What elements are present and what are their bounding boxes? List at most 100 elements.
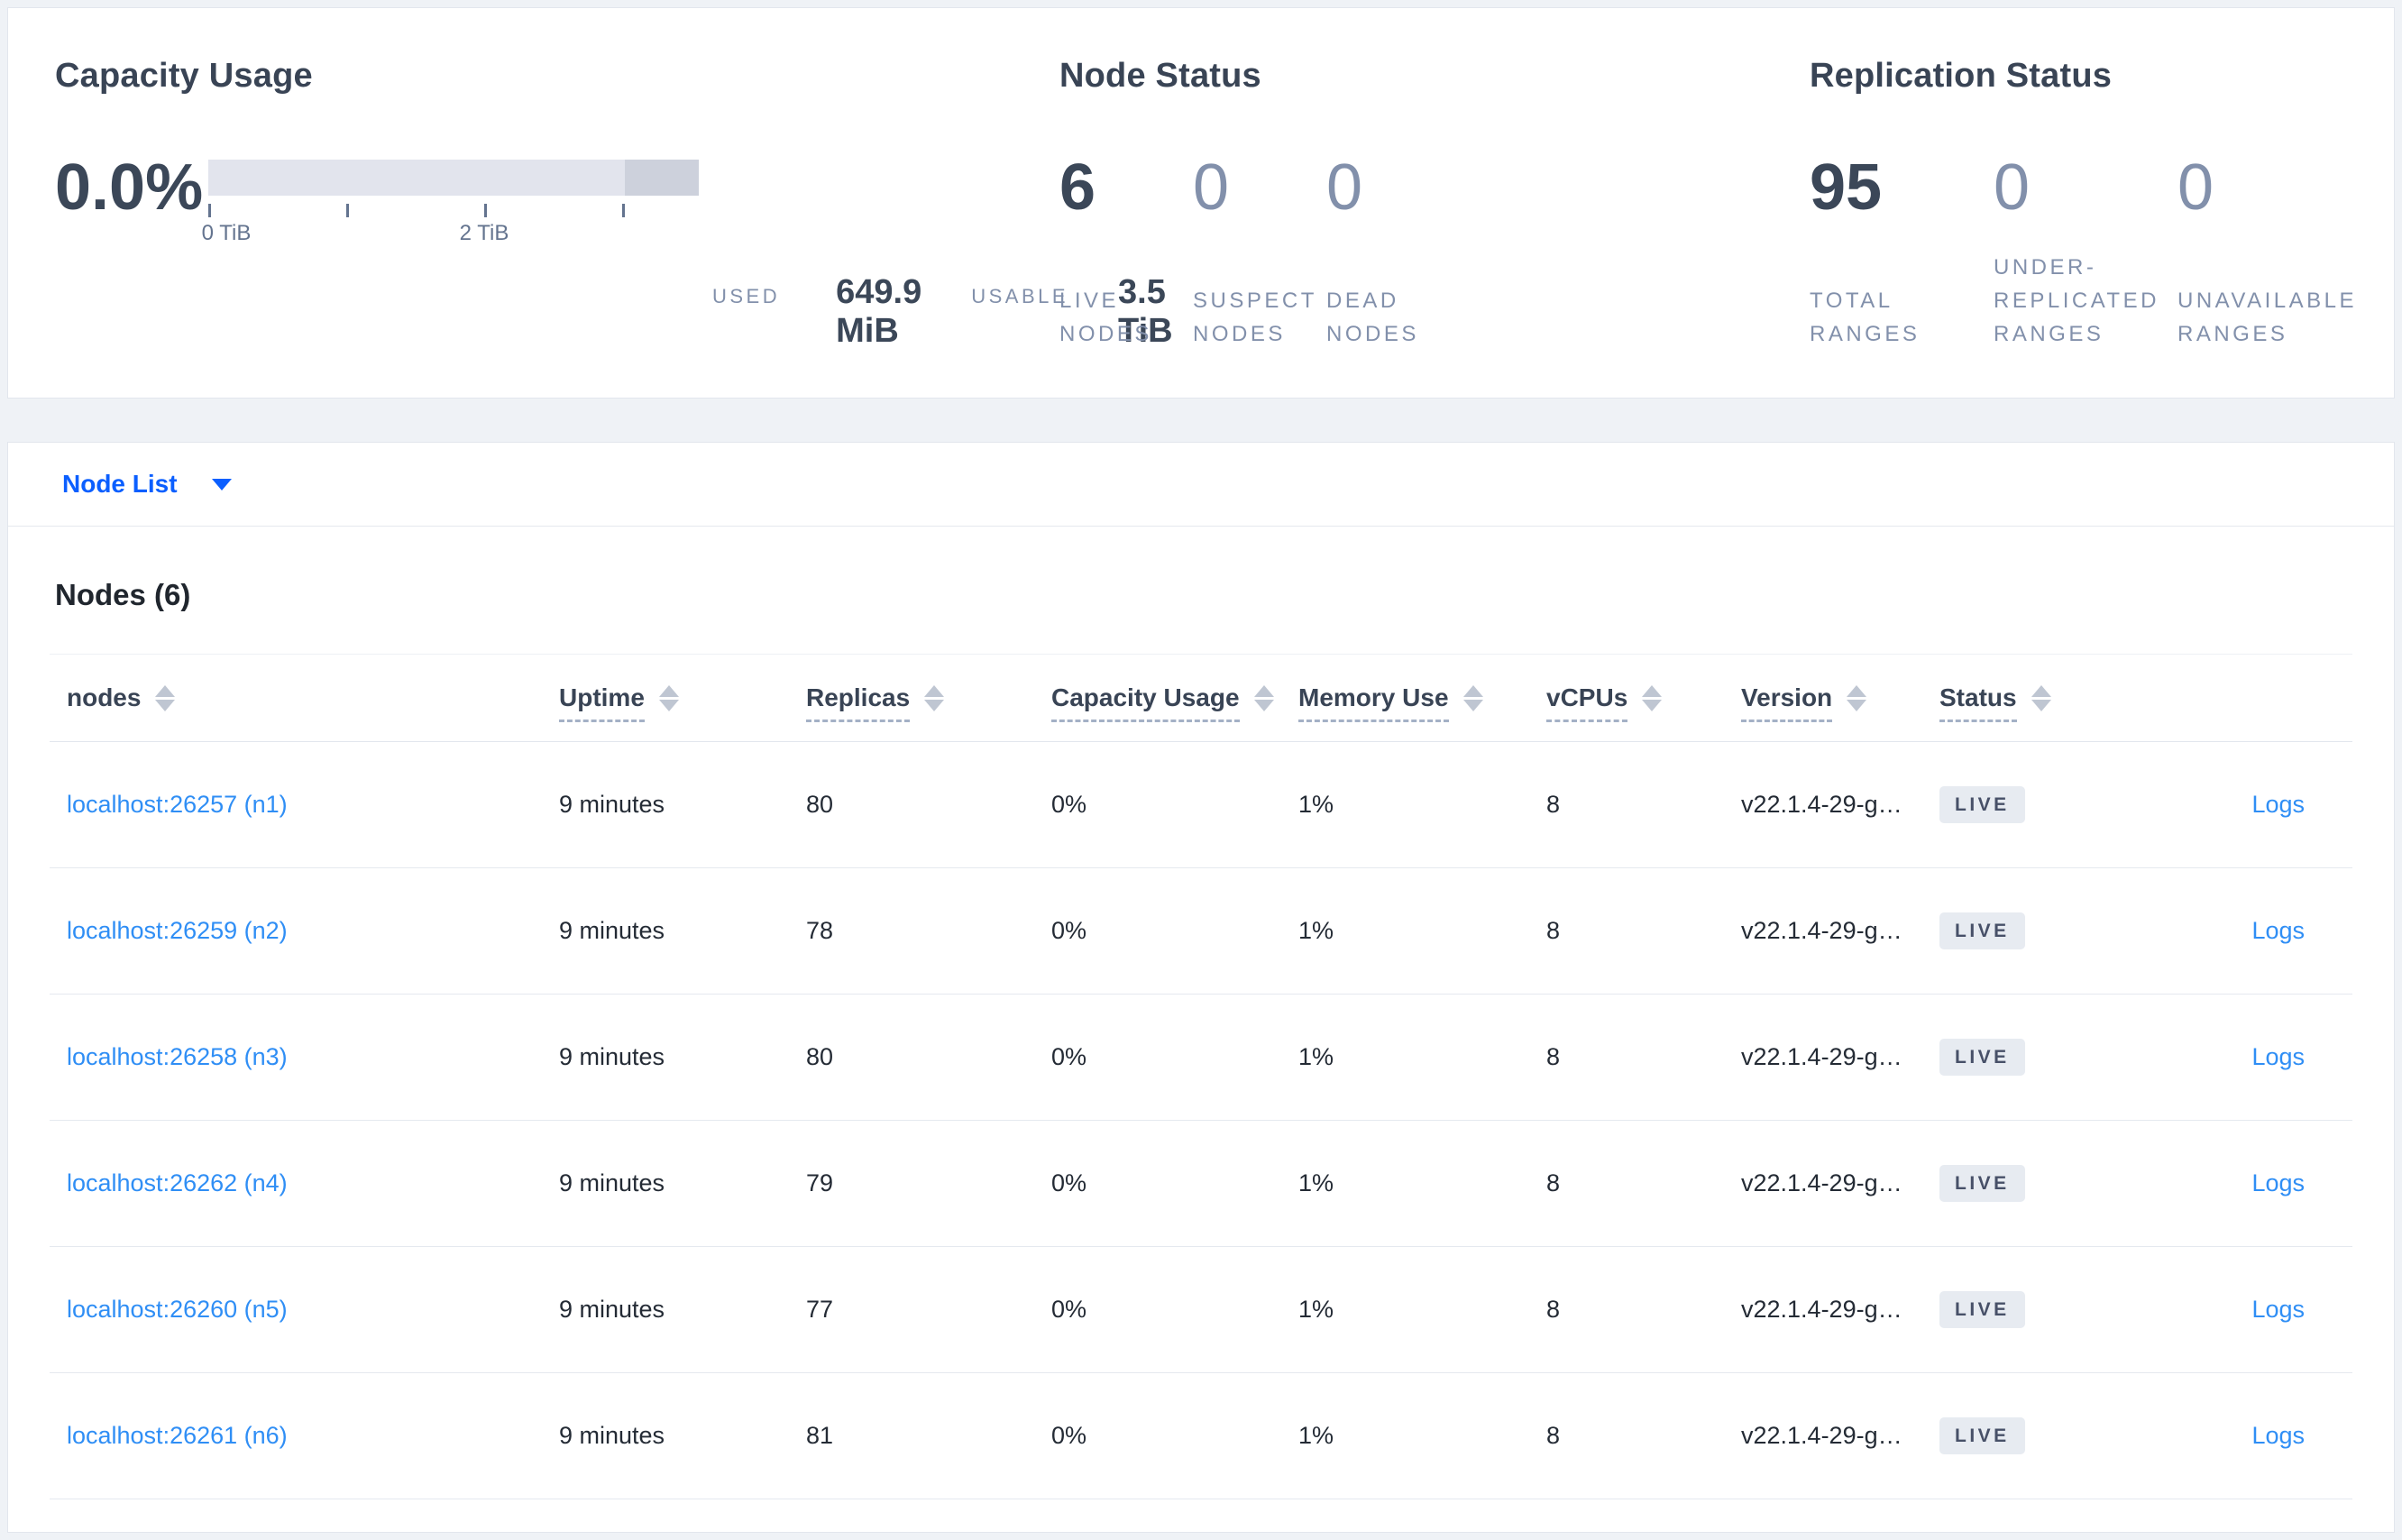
used-label: USED <box>712 285 781 307</box>
memory-use-cell: 1% <box>1298 1422 1334 1449</box>
node-list-card: Node List Nodes (6) nodes Uptime Replica… <box>7 442 2395 1533</box>
gauge-tick <box>484 204 487 217</box>
replication-status-section: Replication Status 95 TOTAL RANGES 0 UND… <box>1810 58 2394 351</box>
memory-use-cell: 1% <box>1298 1169 1334 1196</box>
node-link[interactable]: localhost:26259 (n2) <box>67 917 288 944</box>
uptime-cell: 9 minutes <box>559 1169 665 1196</box>
version-cell: v22.1.4-29-g… <box>1741 1043 1902 1070</box>
capacity-bar-track <box>208 160 699 196</box>
uptime-cell: 9 minutes <box>559 1296 665 1323</box>
column-header-uptime[interactable]: Uptime <box>559 684 806 722</box>
version-cell: v22.1.4-29-g… <box>1741 917 1902 944</box>
table-row: localhost:26261 (n6) 9 minutes 81 0% 1% … <box>50 1373 2352 1499</box>
capacity-usage-cell: 0% <box>1051 791 1087 818</box>
table-row: localhost:26262 (n4) 9 minutes 79 0% 1% … <box>50 1121 2352 1247</box>
memory-use-cell: 1% <box>1298 1043 1334 1070</box>
node-link[interactable]: localhost:26257 (n1) <box>67 791 288 818</box>
dead-nodes-label: DEAD NODES <box>1326 289 1419 346</box>
gauge-tick-label: 0 TiB <box>201 221 252 245</box>
vcpus-cell: 8 <box>1546 791 1561 818</box>
column-header-version[interactable]: Version <box>1741 684 1939 722</box>
status-badge: LIVE <box>1939 1165 2025 1202</box>
total-ranges-value: 95 <box>1810 151 1883 224</box>
logs-link[interactable]: Logs <box>2251 917 2305 944</box>
column-header-replicas[interactable]: Replicas <box>806 684 1051 722</box>
view-selector-label: Node List <box>62 470 178 498</box>
used-value: 649.9 MiB <box>836 273 922 350</box>
column-header-vcpus[interactable]: vCPUs <box>1546 684 1741 722</box>
cluster-overview-page: Capacity Usage 0.0% 0 TiB 2 TiB USED 649… <box>0 0 2402 1533</box>
logs-link[interactable]: Logs <box>2251 1169 2305 1196</box>
summary-card: Capacity Usage 0.0% 0 TiB 2 TiB USED 649… <box>7 7 2395 399</box>
status-badge: LIVE <box>1939 1291 2025 1328</box>
nodes-count-title: Nodes (6) <box>55 578 191 611</box>
node-link[interactable]: localhost:26261 (n6) <box>67 1422 288 1449</box>
under-replicated-ranges-value: 0 <box>1994 151 2031 224</box>
replication-status-title: Replication Status <box>1810 57 2113 95</box>
capacity-usage-cell: 0% <box>1051 917 1087 944</box>
total-ranges-stat: 95 TOTAL RANGES <box>1810 151 1994 351</box>
nodes-table-body: localhost:26257 (n1) 9 minutes 80 0% 1% … <box>50 742 2352 1499</box>
logs-link[interactable]: Logs <box>2251 791 2305 818</box>
capacity-usage-cell: 0% <box>1051 1043 1087 1070</box>
node-link[interactable]: localhost:26262 (n4) <box>67 1169 288 1196</box>
sort-icon <box>1642 684 1663 711</box>
capacity-bar-dark-segment <box>624 160 699 196</box>
replicas-cell: 78 <box>806 917 834 944</box>
sort-icon <box>658 684 679 711</box>
gauge-tick <box>208 204 211 217</box>
suspect-nodes-stat: 0 SUSPECT NODES <box>1193 151 1326 351</box>
table-row: localhost:26260 (n5) 9 minutes 77 0% 1% … <box>50 1247 2352 1373</box>
table-row: localhost:26258 (n3) 9 minutes 80 0% 1% … <box>50 995 2352 1121</box>
status-badge: LIVE <box>1939 786 2025 823</box>
table-row: localhost:26257 (n1) 9 minutes 80 0% 1% … <box>50 742 2352 868</box>
nodes-table: Nodes (6) nodes Uptime Replicas Capacity… <box>50 527 2352 1532</box>
column-header-nodes[interactable]: nodes <box>50 684 559 711</box>
capacity-percent-value: 0.0% <box>55 151 204 224</box>
column-header-capacity-usage[interactable]: Capacity Usage <box>1051 684 1298 722</box>
replicas-cell: 80 <box>806 1043 834 1070</box>
node-status-section: Node Status 6 LIVE NODES 0 SUSPECT NODES… <box>1059 58 1810 351</box>
under-replicated-ranges-label: UNDER-REPLICATED RANGES <box>1994 255 2159 346</box>
gauge-tick <box>622 204 625 217</box>
vcpus-cell: 8 <box>1546 1422 1561 1449</box>
gauge-tick <box>346 204 349 217</box>
status-badge: LIVE <box>1939 912 2025 949</box>
node-link[interactable]: localhost:26258 (n3) <box>67 1043 288 1070</box>
logs-link[interactable]: Logs <box>2251 1043 2305 1070</box>
version-cell: v22.1.4-29-g… <box>1741 791 1902 818</box>
usable-label: USABLE <box>971 285 1069 307</box>
vcpus-cell: 8 <box>1546 1043 1561 1070</box>
sort-icon <box>1847 684 1867 711</box>
capacity-bar: 0 TiB 2 TiB <box>202 160 699 351</box>
column-header-memory-use[interactable]: Memory Use <box>1298 684 1546 722</box>
column-header-status[interactable]: Status <box>1939 684 2124 722</box>
sort-icon <box>1253 684 1274 711</box>
view-selector-row: Node List <box>8 443 2394 527</box>
vcpus-cell: 8 <box>1546 917 1561 944</box>
replicas-cell: 80 <box>806 791 834 818</box>
suspect-nodes-label: SUSPECT NODES <box>1193 289 1317 346</box>
vcpus-cell: 8 <box>1546 1296 1561 1323</box>
unavailable-ranges-stat: 0 UNAVAILABLE RANGES <box>2177 155 2394 351</box>
under-replicated-ranges-stat: 0 UNDER-REPLICATED RANGES <box>1994 151 2177 351</box>
logs-link[interactable]: Logs <box>2251 1422 2305 1449</box>
sort-icon <box>155 684 176 711</box>
live-nodes-stat: 6 LIVE NODES <box>1059 155 1193 351</box>
suspect-nodes-value: 0 <box>1193 151 1230 224</box>
node-link[interactable]: localhost:26260 (n5) <box>67 1296 288 1323</box>
uptime-cell: 9 minutes <box>559 1043 665 1070</box>
replicas-cell: 77 <box>806 1296 834 1323</box>
status-badge: LIVE <box>1939 1417 2025 1454</box>
total-ranges-label: TOTAL RANGES <box>1810 289 1921 346</box>
sort-icon <box>2031 684 2051 711</box>
unavailable-ranges-label: UNAVAILABLE RANGES <box>2177 289 2358 346</box>
capacity-gauge: 0.0% 0 TiB 2 TiB <box>55 151 699 351</box>
view-selector-dropdown[interactable]: Node List <box>62 470 232 499</box>
logs-link[interactable]: Logs <box>2251 1296 2305 1323</box>
version-cell: v22.1.4-29-g… <box>1741 1169 1902 1196</box>
capacity-usage-title: Capacity Usage <box>55 57 313 95</box>
capacity-usage-cell: 0% <box>1051 1296 1087 1323</box>
capacity-usage-section: Capacity Usage 0.0% 0 TiB 2 TiB USED 649… <box>55 57 1173 351</box>
capacity-usage-cell: 0% <box>1051 1422 1087 1449</box>
